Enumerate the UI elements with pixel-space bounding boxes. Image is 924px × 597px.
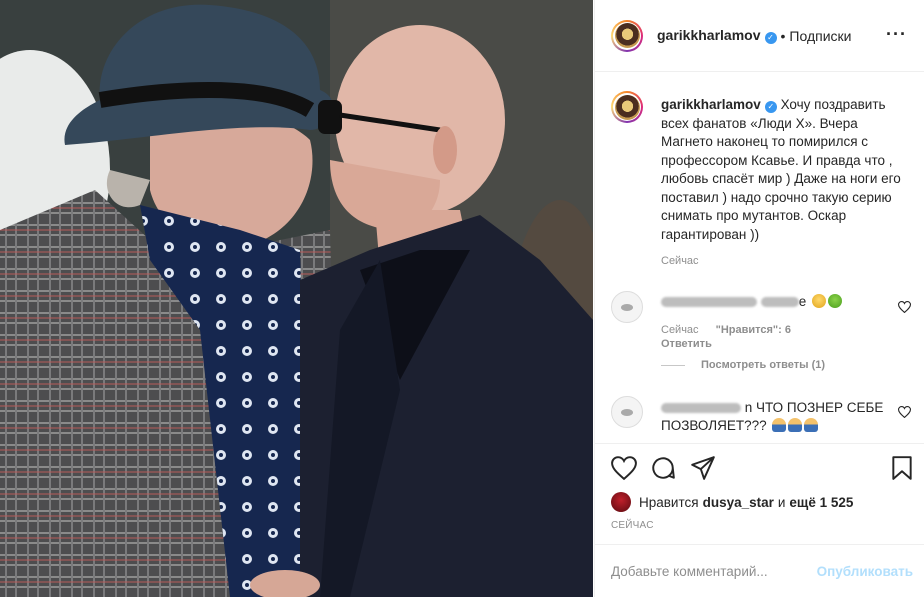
emoji-icon (804, 418, 819, 432)
blurred-username (661, 297, 757, 308)
share-icon[interactable] (690, 455, 716, 481)
comment-icon[interactable] (650, 455, 676, 481)
avatar-ring (613, 21, 641, 50)
caption-body: Хочу поздравить всех фанатов «Люди Х». В… (661, 97, 901, 242)
more-icon[interactable]: ··· (886, 24, 907, 45)
header-separator: • (780, 27, 786, 44)
comments-list[interactable]: garikkharlamov ✓ Хочу поздравить всех фан… (595, 73, 924, 443)
post-photo[interactable] (0, 0, 593, 597)
post-side-panel: garikkharlamov ✓ • Подписки ··· garikkhar… (594, 0, 924, 597)
reply-button[interactable]: Ответить (661, 338, 712, 350)
caption-text: garikkharlamov ✓ Хочу поздравить всех фан… (661, 96, 911, 244)
comment-meta: Сейчас "Нравится": 6 (661, 324, 791, 336)
verified-icon: ✓ (764, 101, 777, 113)
comment-likes[interactable]: "Нравится": 6 (716, 324, 791, 336)
view-replies-line (661, 364, 685, 366)
blurred-text (760, 297, 799, 308)
likes-prefix: Нравится (639, 494, 699, 510)
blurred-username (661, 403, 741, 414)
avatar-ring (613, 93, 641, 121)
comment-visible-text: e (798, 294, 807, 309)
publish-button[interactable]: Опубликовать (817, 564, 913, 579)
verified-icon: ✓ (764, 32, 777, 44)
author-avatar[interactable] (611, 19, 643, 52)
add-comment-bar: Опубликовать (595, 544, 924, 597)
emoji-icon (772, 418, 787, 432)
post-actions: Нравится dusya_star и ещё 1 525 СЕЙЧАС О… (595, 443, 924, 597)
liker-avatar[interactable] (611, 492, 631, 512)
comment-avatar[interactable] (611, 396, 643, 428)
post-time: СЕЙЧАС (611, 520, 654, 531)
photo-illustration (0, 0, 593, 597)
liked-by-user[interactable]: dusya_star (703, 495, 774, 510)
bookmark-icon[interactable] (889, 455, 915, 481)
avatar-image (614, 23, 640, 48)
comment-input[interactable] (611, 564, 811, 579)
comment-time: Сейчас (661, 324, 699, 336)
caption-username[interactable]: garikkharlamov (661, 97, 761, 112)
likes-count[interactable]: ещё 1 525 (789, 495, 853, 510)
avatar-image (614, 94, 640, 120)
following-button[interactable]: Подписки (789, 28, 851, 44)
comment-avatar[interactable] (611, 291, 643, 323)
comment-text: e (661, 293, 886, 311)
view-replies-button[interactable]: Посмотреть ответы (1) (661, 359, 825, 371)
comment-like-heart-icon[interactable] (898, 406, 911, 418)
view-replies-label[interactable]: Посмотреть ответы (1) (701, 359, 825, 371)
author-username[interactable]: garikkharlamov ✓ (657, 27, 777, 44)
comment-like-heart-icon[interactable] (898, 301, 911, 313)
emoji-icon (812, 294, 827, 308)
emoji-icon (788, 418, 803, 432)
post-header: garikkharlamov ✓ • Подписки ··· (595, 0, 924, 72)
caption-time: Сейчас (661, 255, 699, 267)
caption-avatar[interactable] (611, 91, 643, 123)
heart-icon[interactable] (611, 455, 637, 481)
emoji-icon (828, 294, 843, 308)
comment-text: n ЧТО ПОЗНЕР СЕБЕ ПОЗВОЛЯЕТ??? (661, 399, 886, 435)
author-username-text[interactable]: garikkharlamov (657, 27, 761, 43)
likes-summary: Нравится dusya_star и ещё 1 525 (611, 492, 857, 512)
likes-and: и (777, 494, 786, 510)
